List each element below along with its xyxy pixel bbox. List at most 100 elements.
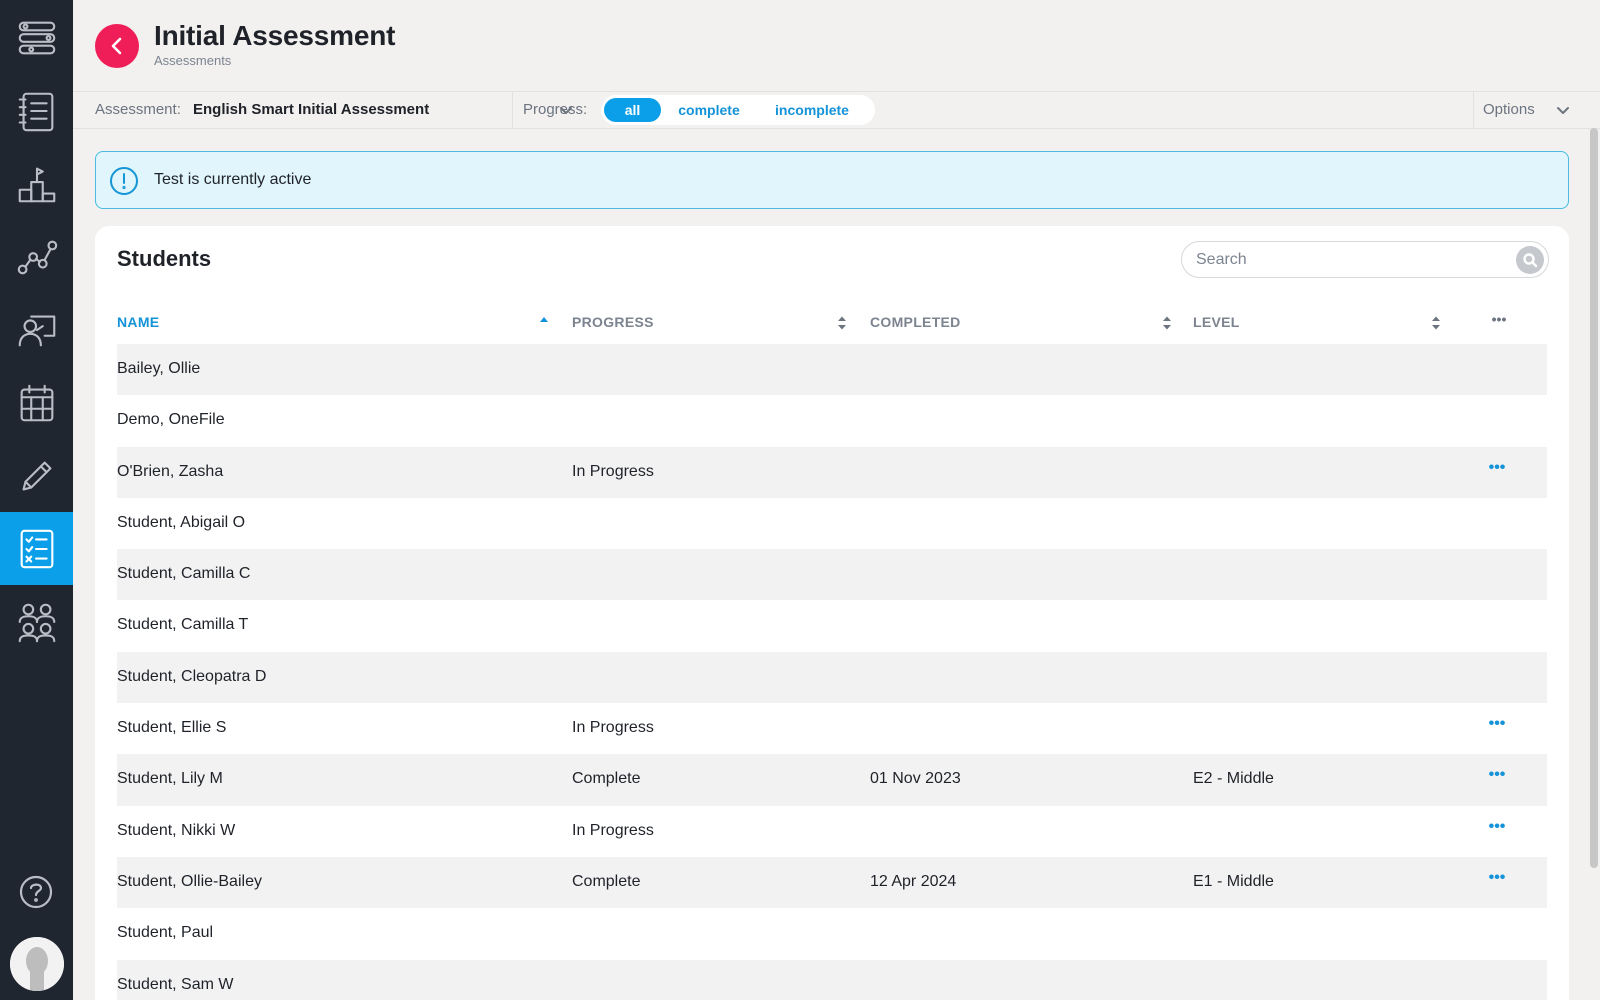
progress-filter-all[interactable]: all [604,98,661,122]
table-row[interactable]: Student, Abigail O [117,498,1547,549]
help-button[interactable] [16,872,56,912]
page-subtitle: Assessments [154,53,232,68]
cell-name: Student, Abigail O [117,513,246,531]
checklist-icon [20,529,53,568]
search-button[interactable] [1516,246,1544,274]
progress-filter-toggle: all complete incomplete [601,95,875,125]
options-label: Options [1483,101,1535,118]
sidebar-item-edit[interactable] [0,439,73,512]
cell-progress: In Progress [572,821,654,839]
table-row[interactable]: Student, Sam W [117,959,1547,1000]
sidebar-item-progress[interactable] [0,220,73,293]
cell-completed: 01 Nov 2023 [870,770,961,788]
table-row[interactable]: Student, Camilla C [117,549,1547,601]
scrollbar[interactable] [1590,128,1598,868]
page-title: Initial Assessment [154,20,396,51]
row-options-icon[interactable]: ••• [1483,766,1511,790]
table-row[interactable]: Student, Paul [117,908,1547,959]
table-row[interactable]: Student, Ollie-Bailey Complete 12 Apr 2024… [117,856,1547,909]
chevron-left-icon [111,37,122,55]
user-avatar[interactable] [10,937,64,991]
progress-graph-icon [17,240,57,274]
calendar-icon [20,384,53,421]
progress-filter-incomplete[interactable]: incomplete [757,98,867,122]
cell-progress: In Progress [572,462,654,480]
group-icon [18,603,55,642]
assessment-dropdown[interactable]: English Smart Initial Assessment [193,92,577,128]
table-row[interactable]: Student, Cleopatra D [117,651,1547,704]
cell-name: Student, Ollie-Bailey [117,872,262,890]
assessment-value: English Smart Initial Assessment [193,101,430,118]
cell-name: O'Brien, Zasha [117,462,224,480]
sidebar-item-documents[interactable] [0,74,73,147]
table-row[interactable]: O'Brien, Zasha In Progress ••• [117,446,1547,498]
cell-progress: In Progress [572,719,654,737]
divider [512,92,513,128]
cell-name: Bailey, Ollie [117,360,201,377]
progress-filter-complete[interactable]: complete [665,98,753,122]
learner-board-icon [18,315,55,346]
sidebar-item-assessments[interactable] [0,512,73,585]
search-box [1181,241,1549,278]
cell-progress: Complete [572,872,641,890]
chevron-down-icon [1557,107,1569,114]
sort-icon[interactable] [837,315,847,331]
row-options-icon[interactable]: ••• [1483,818,1511,842]
cell-level: E2 - Middle [1193,770,1274,788]
column-header-completed[interactable]: COMPLETED [870,314,961,330]
table-row[interactable]: Student, Nikki W In Progress ••• [117,806,1547,857]
podium-icon [18,167,55,202]
cell-progress: Complete [572,770,641,788]
search-icon [1523,253,1538,268]
table-row[interactable]: Student, Lily M Complete 01 Nov 2023 E2 - M… [117,754,1547,806]
pencil-icon [22,461,51,490]
info-icon [109,166,139,196]
sidebar-item-calendar[interactable] [0,366,73,439]
column-options-icon[interactable]: ••• [1489,311,1509,327]
column-header-name[interactable]: NAME [117,314,159,330]
sidebar-item-learners[interactable] [0,293,73,366]
avatar-icon [10,937,64,991]
cell-name: Student, Camilla T [117,616,249,634]
progress-label: Progress: [523,101,588,118]
help-icon [19,875,53,909]
alert-text: Test is currently active [154,171,312,188]
row-options-icon[interactable]: ••• [1483,459,1511,483]
active-test-alert: Test is currently active [95,151,1569,209]
document-list-icon [18,92,53,131]
sort-ascending-icon[interactable] [539,315,549,331]
students-table-body: Bailey, Ollie Demo, OneFile O'Brien, Zasha… [117,344,1547,1000]
table-row[interactable]: Student, Camilla T [117,600,1547,651]
cell-name: Student, Lily M [117,770,223,788]
table-row[interactable]: Bailey, Ollie [117,344,1547,396]
filter-bar: Assessment: English Smart Initial Assess… [73,91,1600,129]
sort-icon[interactable] [1162,315,1172,331]
cell-completed: 12 Apr 2024 [870,872,957,890]
sidebar-item-achievements[interactable] [0,147,73,220]
cell-name: Student, Ellie S [117,719,227,737]
table-row[interactable]: Demo, OneFile [117,395,1547,446]
students-card: Students NAME PROGRESS COMPLETED LEVEL •… [95,226,1569,1000]
search-input[interactable] [1196,250,1496,270]
row-options-icon[interactable]: ••• [1483,869,1511,893]
table-header: NAME PROGRESS COMPLETED LEVEL ••• [117,298,1547,348]
cell-name: Student, Paul [117,924,214,942]
row-options-icon[interactable]: ••• [1483,715,1511,739]
assessment-label: Assessment: [95,101,181,118]
cell-level: E1 - Middle [1193,872,1274,890]
sidebar-item-groups[interactable] [0,585,73,658]
column-header-progress[interactable]: PROGRESS [572,314,654,330]
sidebar [0,0,73,1000]
options-dropdown[interactable]: Options [1473,92,1600,128]
column-header-level[interactable]: LEVEL [1193,314,1240,330]
cell-name: Student, Cleopatra D [117,667,267,685]
cell-name: Student, Camilla C [117,565,251,583]
cell-name: Demo, OneFile [117,411,225,429]
cell-name: Student, Nikki W [117,821,236,839]
sort-icon[interactable] [1431,315,1441,331]
workflow-icon [18,21,55,54]
back-button[interactable] [95,24,139,68]
students-title: Students [117,246,212,271]
table-row[interactable]: Student, Ellie S In Progress ••• [117,703,1547,754]
sidebar-item-workflows[interactable] [0,1,73,74]
